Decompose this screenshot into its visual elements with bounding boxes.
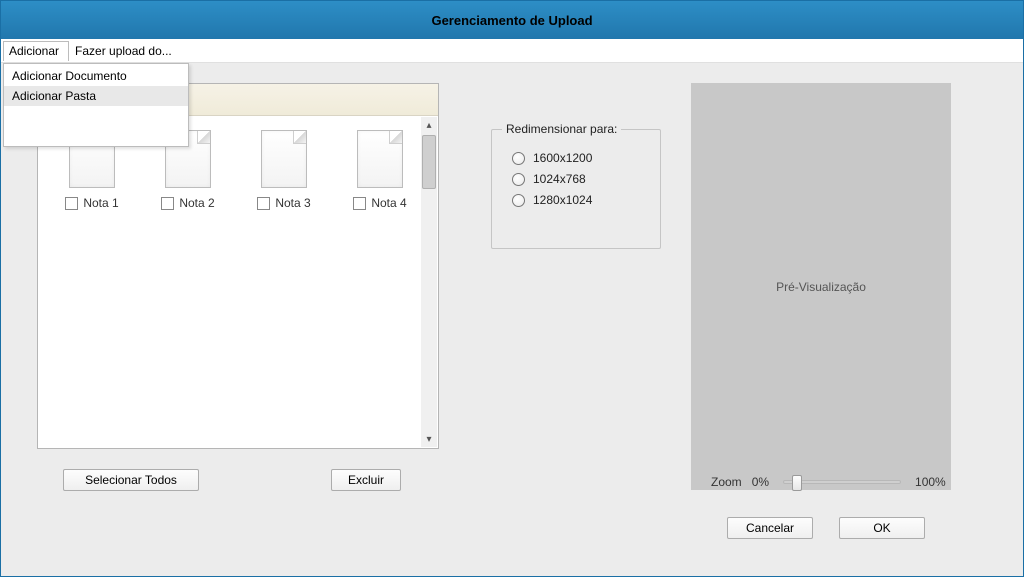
- menu-add-dropdown: Adicionar Documento Adicionar Pasta: [3, 63, 189, 147]
- document-icon: [357, 130, 403, 188]
- chevron-down-icon[interactable]: ▾: [421, 431, 437, 447]
- preview-pane: Pré-Visualização: [691, 83, 951, 490]
- file-label: Nota 1: [83, 196, 118, 210]
- resize-option-label: 1024x768: [533, 172, 586, 186]
- resize-option-label: 1600x1200: [533, 151, 592, 165]
- zoom-max-label: 100%: [915, 475, 946, 489]
- menu-add-folder[interactable]: Adicionar Pasta: [4, 86, 188, 106]
- window-title: Gerenciamento de Upload: [431, 13, 592, 28]
- preview-label: Pré-Visualização: [776, 280, 866, 294]
- resize-option[interactable]: 1280x1024: [512, 193, 644, 207]
- zoom-control: Zoom 0% 100%: [711, 475, 946, 489]
- radio-icon[interactable]: [512, 173, 525, 186]
- file-label: Nota 4: [371, 196, 406, 210]
- delete-button[interactable]: Excluir: [331, 469, 401, 491]
- menu-add-document[interactable]: Adicionar Documento: [4, 66, 188, 86]
- file-list-scrollbar[interactable]: ▴ ▾: [421, 117, 437, 447]
- upload-manager-window: Gerenciamento de Upload Adicionar Fazer …: [0, 0, 1024, 577]
- chevron-up-icon[interactable]: ▴: [421, 117, 437, 133]
- resize-option-label: 1280x1024: [533, 193, 592, 207]
- resize-option[interactable]: 1024x768: [512, 172, 644, 186]
- resize-groupbox: Redimensionar para: 1600x1200 1024x768 1…: [491, 129, 661, 249]
- zoom-slider-thumb[interactable]: [792, 475, 802, 491]
- file-item[interactable]: Nota 4: [336, 130, 424, 210]
- zoom-label: Zoom: [711, 475, 742, 489]
- document-icon: [261, 130, 307, 188]
- zoom-slider[interactable]: [783, 480, 901, 484]
- zoom-min-label: 0%: [752, 475, 769, 489]
- radio-icon[interactable]: [512, 152, 525, 165]
- resize-option[interactable]: 1600x1200: [512, 151, 644, 165]
- file-checkbox[interactable]: [65, 197, 78, 210]
- scrollbar-thumb[interactable]: [422, 135, 436, 189]
- titlebar[interactable]: Gerenciamento de Upload: [1, 1, 1023, 39]
- file-checkbox[interactable]: [161, 197, 174, 210]
- radio-icon[interactable]: [512, 194, 525, 207]
- menubar: Adicionar Fazer upload do...: [1, 39, 1023, 63]
- menu-upload[interactable]: Fazer upload do...: [69, 41, 182, 61]
- cancel-button[interactable]: Cancelar: [727, 517, 813, 539]
- file-grid: Nota 1 Nota 2 Nota 3: [38, 116, 438, 448]
- file-item[interactable]: Nota 3: [240, 130, 328, 210]
- resize-legend: Redimensionar para:: [502, 122, 621, 136]
- ok-button[interactable]: OK: [839, 517, 925, 539]
- menu-add[interactable]: Adicionar: [3, 41, 69, 61]
- select-all-button[interactable]: Selecionar Todos: [63, 469, 199, 491]
- file-label: Nota 2: [179, 196, 214, 210]
- file-checkbox[interactable]: [257, 197, 270, 210]
- file-checkbox[interactable]: [353, 197, 366, 210]
- file-label: Nota 3: [275, 196, 310, 210]
- client-area: Adicionar Fazer upload do... Adicionar D…: [1, 39, 1023, 576]
